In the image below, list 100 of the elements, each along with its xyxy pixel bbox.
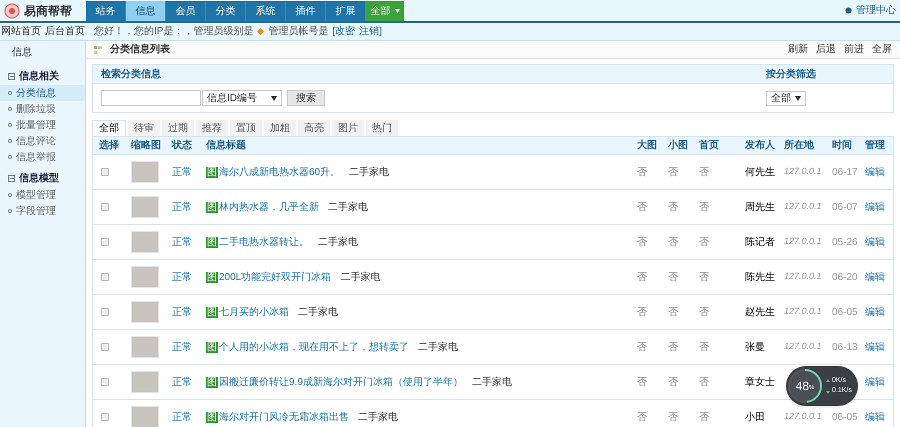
account-link[interactable]: 注销] [359,24,382,39]
table-cell-text: 否 [699,306,710,320]
sidebar-item[interactable]: 批量管理 [0,117,85,133]
category-text: 二手家电 [472,376,512,390]
edit-link[interactable]: 编辑 [865,164,887,180]
sidebar-item[interactable]: 模型管理 [0,187,85,203]
filter-tab[interactable]: 图片 [332,120,364,136]
sidebar-item[interactable]: 分类信息 [0,85,85,101]
photo-placeholder [131,336,159,358]
sidebar-item[interactable]: 信息举报 [0,149,85,165]
table-cell-text: 否 [668,166,679,180]
row-checkbox[interactable] [101,238,109,246]
sidebar-group[interactable]: 信息相关 [19,68,59,84]
image-badge: 图 [206,166,218,178]
status-text: 正常 [172,166,193,180]
category-text: 二手家电 [340,270,380,284]
ip-text: 127.0.0.1 [784,165,823,178]
welcome-text: 您好！，您的IP是：，管理员级别是 [94,25,254,39]
nav-tab[interactable]: 会员 [166,1,206,21]
edit-link[interactable]: 编辑 [865,374,887,390]
row-checkbox[interactable] [101,203,109,211]
photo-placeholder [131,231,159,253]
row-checkbox[interactable] [101,378,109,386]
nav-dropdown[interactable]: 全部 [366,1,404,21]
table-cell-text: 否 [668,410,679,424]
page-action-link[interactable]: 后退 [816,42,836,57]
collapse-icon[interactable] [8,72,15,80]
author-text: 小田 [745,410,766,424]
table-cell-text: 否 [637,306,648,320]
search-field[interactable] [101,90,201,106]
row-checkbox[interactable] [101,168,109,176]
table-cell-text: 否 [699,200,710,214]
filter-tab[interactable]: 置顶 [230,120,262,136]
sidebar-item[interactable]: 信息评论 [0,133,85,149]
upload-arrow-icon [826,378,830,384]
filter-tab[interactable]: 高亮 [298,120,330,136]
caret-icon [795,96,801,100]
listing-title-link[interactable]: 海尔对开门风冷无霜冰箱出售 [219,410,349,424]
column-header: 状态 [172,138,193,153]
edit-link[interactable]: 编辑 [865,340,887,354]
status-text: 正常 [172,340,193,354]
search-button[interactable]: 搜索 [287,90,325,106]
sidebar-group[interactable]: 信息模型 [19,170,59,186]
photo-placeholder [131,406,159,427]
nav-tab[interactable]: 系统 [246,1,286,21]
category-text: 二手家电 [418,340,458,354]
sidebar-item[interactable]: 字段管理 [0,203,85,219]
time-text: 06-05 [832,306,859,320]
category-select[interactable]: 全部 [766,90,806,106]
listing-title-link[interactable]: 海尔八成新电热水器60升。 [219,164,340,180]
category-text: 二手家电 [318,236,358,250]
table-cell-text: 否 [668,200,679,214]
ip-text: 127.0.0.1 [784,235,823,248]
search-type-select[interactable]: 信息ID编号 [202,90,282,106]
table-cell-text: 否 [668,376,679,390]
listing-title-link[interactable]: 个人用的小冰箱，现在用不上了，想转卖了 [219,340,409,354]
filter-tab[interactable]: 过期 [162,120,194,136]
filter-tab[interactable]: 加粗 [264,120,296,136]
ip-text: 127.0.0.1 [784,340,823,354]
page-action-link[interactable]: 前进 [844,42,864,57]
account-link[interactable]: [改密 [332,24,356,39]
listing-title-link[interactable]: 林内热水器，几乎全新 [219,200,319,214]
admin-center-link[interactable]: 管理中心 [845,3,900,18]
filter-tab[interactable]: 全部 [92,120,126,136]
sidebar-item[interactable]: 删除垃圾 [0,101,85,117]
page-action-link[interactable]: 刷新 [788,42,808,57]
nav-tab[interactable]: 插件 [286,1,326,21]
photo-placeholder [131,161,159,183]
nav-tab[interactable]: 信息 [126,1,166,21]
status-text: 正常 [172,376,193,390]
collapse-icon[interactable] [8,174,15,182]
image-badge: 图 [206,306,218,318]
listing-title-link[interactable]: 因搬迁廉价转让9.9成新海尔对开门冰箱（使用了半年） [219,374,463,390]
edit-link[interactable]: 编辑 [865,270,887,284]
author-text: 赵先生 [745,306,776,320]
row-checkbox[interactable] [101,413,109,421]
listing-title-link[interactable]: 200L功能完好双开门冰箱 [219,270,332,284]
column-header: 时间 [832,138,853,153]
filter-tab[interactable]: 热门 [366,120,398,136]
listing-title-link[interactable]: 二手电热水器转让。 [219,234,309,250]
edit-link[interactable]: 编辑 [865,410,887,424]
listing-title-link[interactable]: 七月买的小冰箱 [219,304,289,320]
nav-tab[interactable]: 分类 [206,1,246,21]
page-action-link[interactable]: 全屏 [872,42,892,57]
table-cell-text: 否 [637,376,648,390]
percent-text: 48 [796,378,809,395]
edit-link[interactable]: 编辑 [865,304,887,320]
table-cell-text: 否 [668,236,679,250]
row-checkbox[interactable] [101,308,109,316]
edit-link[interactable]: 编辑 [865,200,887,214]
filter-tab[interactable]: 待审 [128,120,160,136]
row-checkbox[interactable] [101,273,109,281]
edit-link[interactable]: 编辑 [865,234,887,250]
row-checkbox[interactable] [101,343,109,351]
nav-tab[interactable]: 扩展 [326,1,366,21]
nav-tab[interactable]: 站务 [86,1,126,21]
quick-link[interactable]: 网站首页 [0,26,42,38]
quick-link[interactable]: 后台首页 [44,26,86,38]
filter-tab[interactable]: 推荐 [196,120,228,136]
author-text: 陈先生 [745,270,776,284]
